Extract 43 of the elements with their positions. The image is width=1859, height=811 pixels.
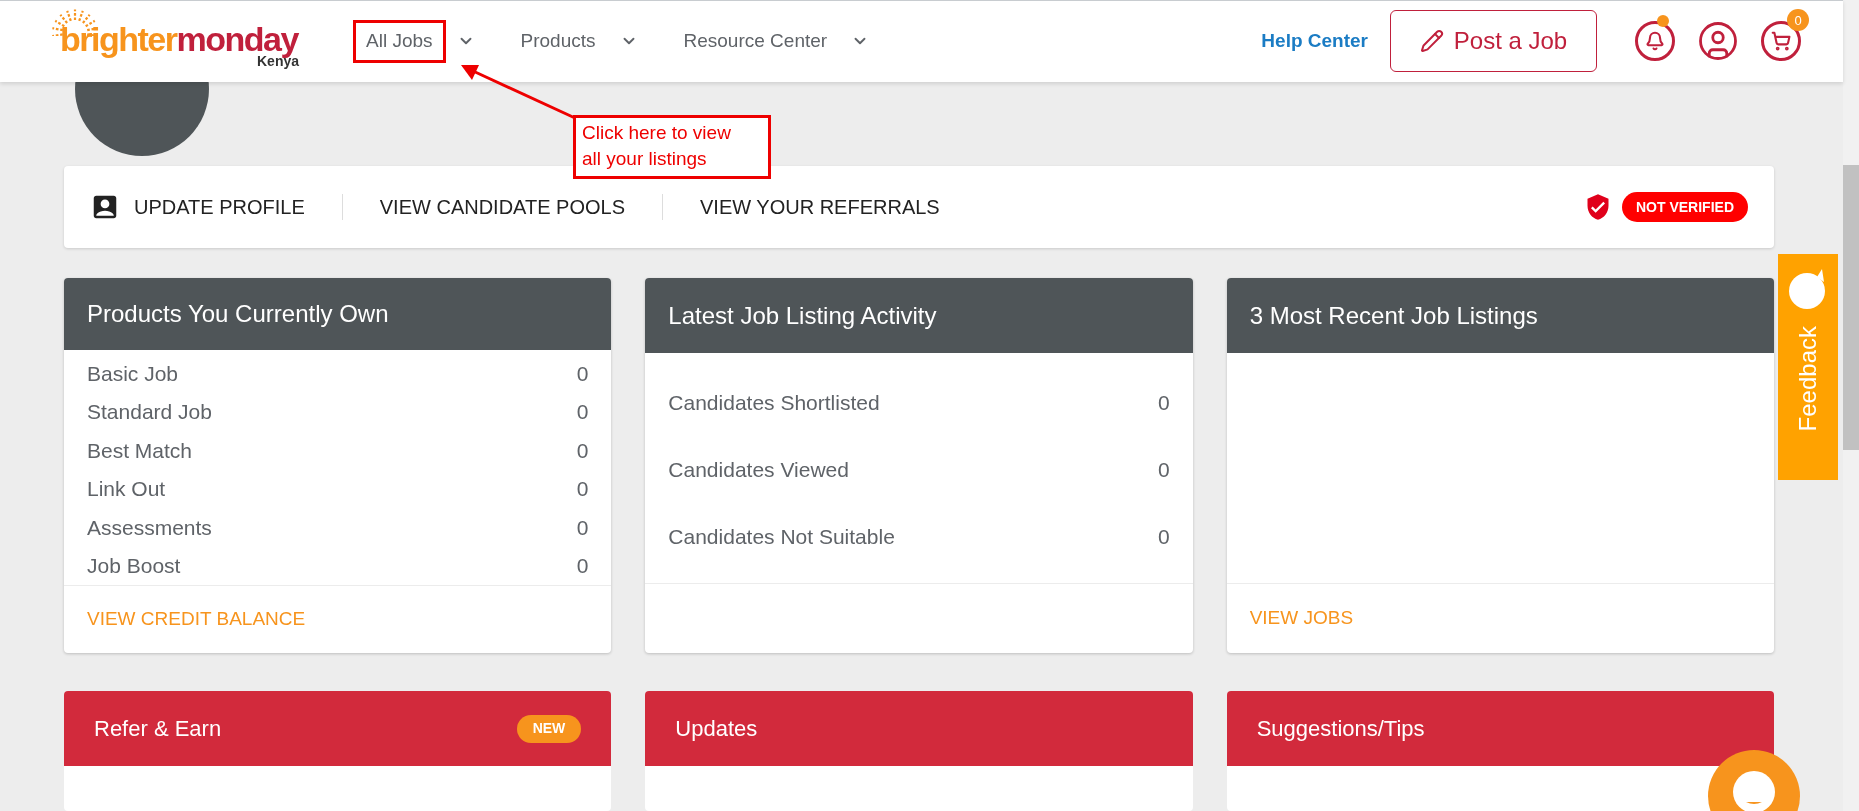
product-label: Basic Job: [87, 360, 179, 387]
product-count: 0: [576, 476, 589, 503]
verification-badge: NOT VERIFIED: [1622, 192, 1748, 222]
activity-count: 0: [1157, 523, 1170, 550]
product-label: Best Match: [87, 437, 193, 464]
product-label: Job Boost: [87, 553, 181, 580]
chat-bubble-icon[interactable]: [1708, 750, 1800, 811]
logo-wordmark[interactable]: brightermonday: [60, 22, 298, 57]
account-icon[interactable]: [1697, 20, 1739, 63]
product-count: 0: [576, 399, 589, 426]
nav-menu[interactable]: Resource Center: [673, 23, 870, 60]
activity-label: Candidates Viewed: [668, 456, 849, 483]
activity-label: Candidates Not Suitable: [668, 523, 895, 550]
profile-action-link[interactable]: VIEW CANDIDATE POOLS: [379, 192, 625, 222]
card-title: Suggestions/Tips: [1256, 715, 1425, 743]
card-title: Latest Job Listing Activity: [668, 300, 937, 331]
nav-menu[interactable]: Products: [510, 23, 638, 60]
post-job-button[interactable]: Post a Job: [1390, 10, 1597, 73]
card-title: Refer & Earn: [94, 715, 222, 743]
profile-action-link[interactable]: VIEW YOUR REFERRALS: [700, 192, 940, 222]
new-badge: NEW: [516, 714, 582, 743]
activity-count: 0: [1157, 389, 1170, 416]
card-title: Products You Currently Own: [87, 299, 389, 330]
product-count: 0: [576, 553, 589, 580]
product-label: Standard Job: [87, 399, 212, 426]
nav-menu[interactable]: All Jobs: [356, 23, 475, 60]
activity-count: 0: [1157, 456, 1170, 483]
product-label: Link Out: [87, 476, 166, 503]
annotation-callout: Click here to view all your listings: [573, 115, 771, 179]
card-title: Updates: [675, 715, 758, 743]
card-title: 3 Most Recent Job Listings: [1249, 300, 1538, 331]
product-label: Assessments: [87, 514, 212, 541]
cart-icon: [1771, 31, 1791, 52]
activity-label: Candidates Shortlisted: [668, 389, 880, 416]
speech-bubble-icon: [1788, 268, 1828, 310]
cart-count-badge: 0: [1787, 9, 1809, 32]
bell-icon: [1645, 31, 1665, 52]
product-count: 0: [576, 514, 589, 541]
pencil-icon: [1419, 29, 1444, 54]
product-count: 0: [576, 360, 589, 387]
profile-action-link[interactable]: UPDATE PROFILE: [134, 192, 305, 222]
product-count: 0: [576, 437, 589, 464]
help-center-link[interactable]: Help Center: [1261, 27, 1368, 56]
